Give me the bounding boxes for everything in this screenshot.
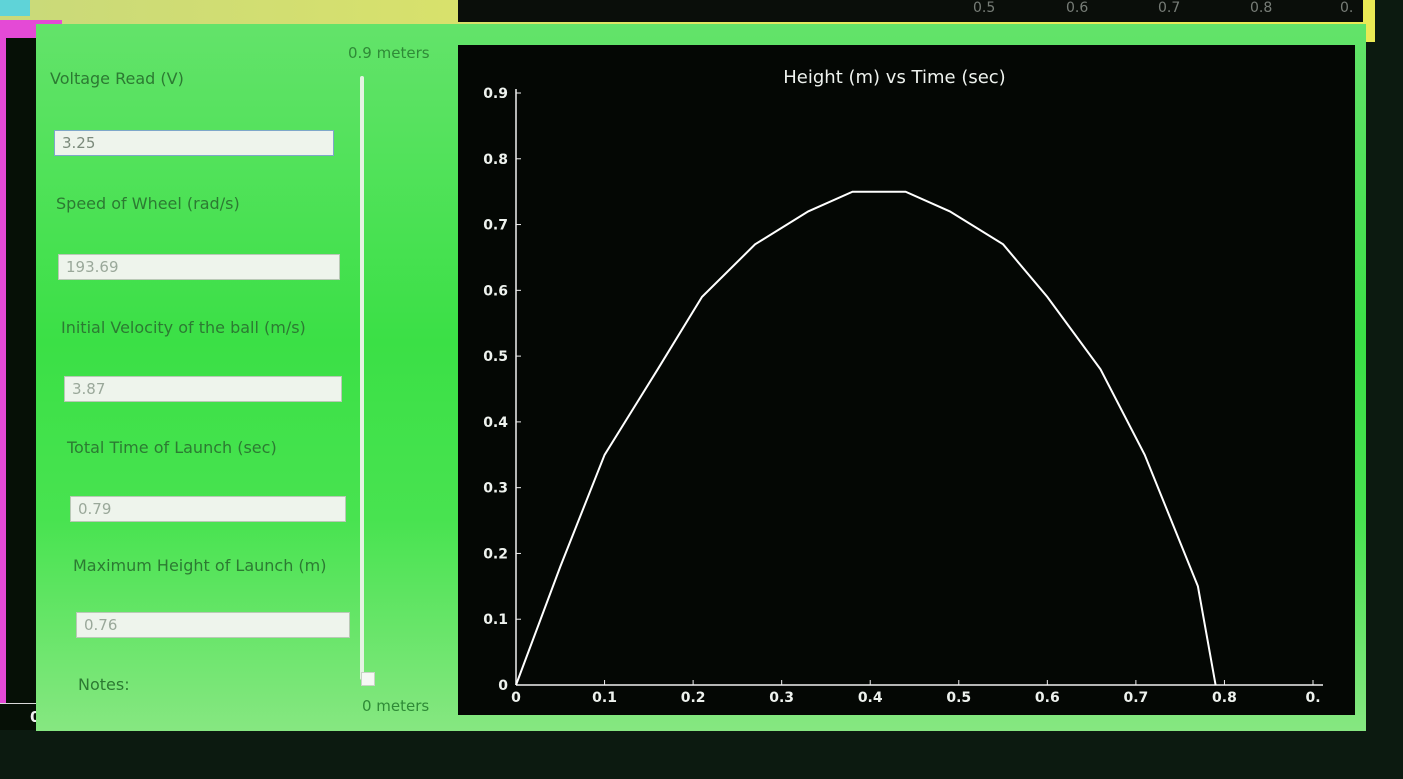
max-height-label: Maximum Height of Launch (m) <box>73 556 327 575</box>
slider-max-label: 0.9 meters <box>348 44 430 62</box>
wheel-speed-field[interactable]: 193.69 <box>58 254 340 280</box>
background-tick-label: 0. <box>1340 0 1354 16</box>
y-tick-label: 0.8 <box>483 152 508 168</box>
background-tick-label: 0.6 <box>1066 0 1089 16</box>
y-tick-label: 0.6 <box>483 283 508 299</box>
height-curve <box>515 190 1217 686</box>
initial-velocity-field[interactable]: 3.87 <box>64 376 342 402</box>
initial-velocity-label: Initial Velocity of the ball (m/s) <box>61 318 306 337</box>
background-window-cyan <box>0 0 30 16</box>
total-time-label: Total Time of Launch (sec) <box>67 438 277 457</box>
x-tick-label: 0.3 <box>769 690 794 706</box>
chart-canvas: Height (m) vs Time (sec) 0 0.1 0.2 0.3 0.4 0.5… <box>483 67 1323 706</box>
y-tick-label: 0.3 <box>483 481 508 497</box>
height-slider-handle[interactable] <box>361 672 375 686</box>
y-tick-label: 0.2 <box>483 546 508 562</box>
x-tick-label: 0 <box>511 690 521 706</box>
x-tick-label: 0.2 <box>681 690 706 706</box>
height-time-chart: Height (m) vs Time (sec) 0 0.1 0.2 0.3 0.4 0.5… <box>458 45 1355 715</box>
y-tick-label: 0 <box>498 678 508 694</box>
x-tick-label: 0. <box>1305 690 1320 706</box>
background-tick-label: 0.5 <box>973 0 996 16</box>
y-tick-label: 0.7 <box>483 218 508 234</box>
y-tick-label: 0.5 <box>483 349 508 365</box>
max-height-field[interactable]: 0.76 <box>76 612 350 638</box>
y-tick-label: 0.1 <box>483 612 508 628</box>
background-tick-label: 0.8 <box>1250 0 1273 16</box>
x-tick-label: 0.1 <box>592 690 617 706</box>
y-tick-label: 0.9 <box>483 86 508 102</box>
notes-label: Notes: <box>78 675 130 694</box>
height-slider-track[interactable] <box>360 76 364 680</box>
x-tick-label: 0.8 <box>1212 690 1237 706</box>
slider-min-label: 0 meters <box>362 697 430 715</box>
y-tick-label: 0.4 <box>483 415 508 431</box>
x-tick-label: 0.4 <box>858 690 883 706</box>
background-tick-label: 0.7 <box>1158 0 1181 16</box>
x-tick-label: 0.6 <box>1035 690 1060 706</box>
wheel-speed-label: Speed of Wheel (rad/s) <box>56 194 240 213</box>
total-time-field[interactable]: 0.79 <box>70 496 346 522</box>
x-tick-label: 0.5 <box>946 690 971 706</box>
voltage-field[interactable]: 3.25 <box>54 130 334 156</box>
chart-title: Height (m) vs Time (sec) <box>783 67 1005 88</box>
voltage-label: Voltage Read (V) <box>50 69 184 88</box>
background-chart-strip: 0.5 0.6 0.7 0.8 0. <box>458 0 1363 22</box>
x-tick-label: 0.7 <box>1123 690 1148 706</box>
